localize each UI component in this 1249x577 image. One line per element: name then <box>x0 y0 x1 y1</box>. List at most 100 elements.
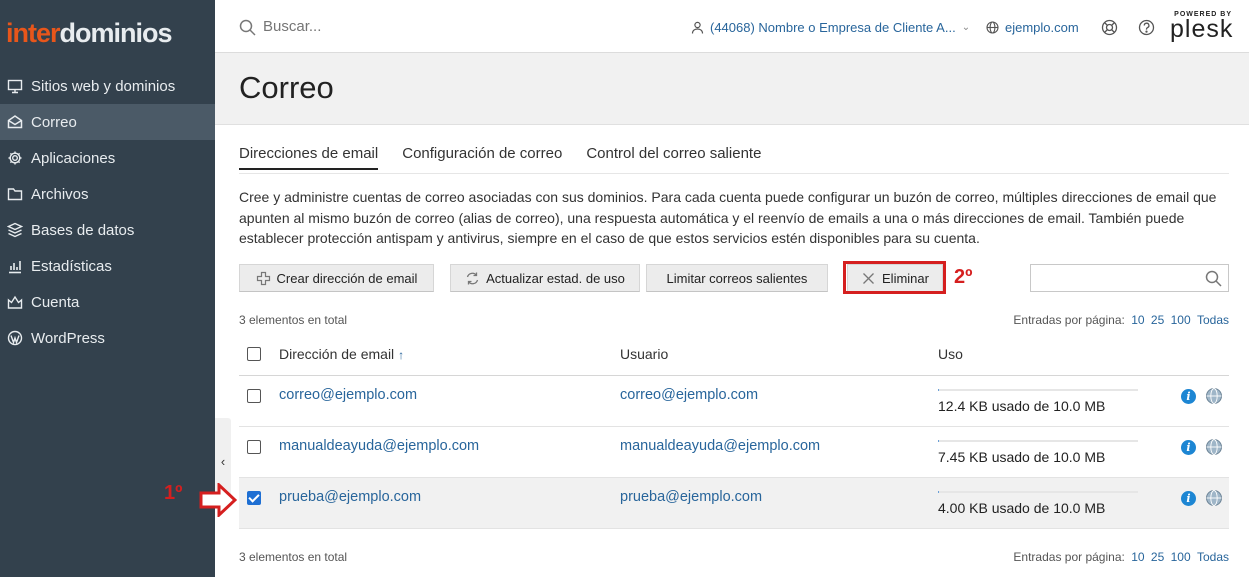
sidebar-item-correo[interactable]: Correo <box>0 104 215 140</box>
sidebar-item-estadisticas[interactable]: Estadísticas <box>0 248 215 284</box>
plus-icon <box>256 271 270 285</box>
account-icon <box>6 293 24 311</box>
per-page-all[interactable]: Todas <box>1197 313 1229 327</box>
domain-label: ejemplo.com <box>1005 20 1079 35</box>
domain-link[interactable]: ejemplo.com <box>986 20 1079 35</box>
database-icon <box>6 221 24 239</box>
column-usage[interactable]: Uso <box>938 346 963 362</box>
sidebar-item-label: WordPress <box>31 329 105 347</box>
delete-highlight-box <box>843 261 946 294</box>
total-count-bottom: 3 elementos en total <box>239 550 348 564</box>
sidebar-item-label: Sitios web y dominios <box>31 77 176 95</box>
column-user[interactable]: Usuario <box>620 346 668 362</box>
envelope-icon <box>6 113 24 131</box>
sidebar-item-cuenta[interactable]: Cuenta <box>0 284 215 320</box>
page-header: Correo <box>215 53 1249 125</box>
email-table: Dirección de email ↑ Usuario Uso correo@… <box>239 336 1229 529</box>
sidebar-item-label: Aplicaciones <box>31 149 116 167</box>
sidebar-item-sitios[interactable]: Sitios web y dominios <box>0 68 215 104</box>
global-search-input[interactable]: Buscar... <box>263 18 321 35</box>
usage-fill <box>938 440 939 442</box>
refresh-icon <box>466 272 479 284</box>
email-address-link[interactable]: correo@ejemplo.com <box>279 387 417 403</box>
column-email[interactable]: Dirección de email ↑ <box>279 346 404 362</box>
per-page-all[interactable]: Todas <box>1197 550 1229 564</box>
row-checkbox[interactable] <box>247 491 261 505</box>
create-email-button[interactable]: Crear dirección de email <box>239 264 434 292</box>
bar-chart-icon <box>6 257 24 275</box>
per-page-100[interactable]: 100 <box>1171 550 1191 564</box>
sidebar-nav: Sitios web y dominios Correo Aplicacione… <box>0 68 215 356</box>
per-page-10[interactable]: 10 <box>1131 550 1144 564</box>
step-2-label: 2º <box>954 266 973 288</box>
sort-arrow-icon: ↑ <box>398 348 405 362</box>
plesk-logo: POWERED BY plesk <box>1170 11 1234 43</box>
email-address-link[interactable]: manualdeayuda@ejemplo.com <box>279 438 479 454</box>
sidebar-item-aplicaciones[interactable]: Aplicaciones <box>0 140 215 176</box>
help-icon[interactable] <box>1138 19 1155 36</box>
table-row: correo@ejemplo.com correo@ejemplo.com 12… <box>239 376 1229 427</box>
update-stats-button[interactable]: Actualizar estad. de uso <box>450 264 640 292</box>
select-all-checkbox[interactable] <box>247 347 261 361</box>
info-icon[interactable]: i <box>1181 440 1196 455</box>
info-icon[interactable]: i <box>1181 491 1196 506</box>
lifebuoy-icon[interactable] <box>1101 19 1118 36</box>
tabs-divider <box>239 173 1229 174</box>
per-page-control-bottom: Entradas por página: 10 25 100 Todas <box>1013 550 1229 564</box>
usage-fill <box>938 491 939 493</box>
arrow-right-icon <box>199 483 237 517</box>
user-link[interactable]: correo@ejemplo.com <box>620 387 758 403</box>
wordpress-icon <box>6 329 24 347</box>
tab-control-correo-saliente[interactable]: Control del correo saliente <box>586 145 761 170</box>
brand-logo[interactable]: interdominios <box>6 18 173 48</box>
table-header: Dirección de email ↑ Usuario Uso <box>239 336 1229 376</box>
usage-text: 7.45 KB usado de 10.0 MB <box>938 449 1106 465</box>
per-page-25[interactable]: 25 <box>1151 550 1164 564</box>
usage-bar <box>938 491 1138 493</box>
limit-outgoing-button[interactable]: Limitar correos salientes <box>646 264 828 292</box>
usage-fill <box>938 389 939 391</box>
sidebar-item-archivos[interactable]: Archivos <box>0 176 215 212</box>
step-1-label: 1º <box>164 482 183 504</box>
list-search-box[interactable] <box>1030 264 1229 292</box>
per-page-10[interactable]: 10 <box>1131 313 1144 327</box>
client-selector[interactable]: (44068) Nombre o Empresa de Cliente A...… <box>691 20 970 35</box>
page-description: Cree y administre cuentas de correo asoc… <box>239 189 1217 246</box>
info-icon[interactable]: i <box>1181 389 1196 404</box>
table-row: manualdeayuda@ejemplo.com manualdeayuda@… <box>239 427 1229 478</box>
client-name: (44068) Nombre o Empresa de Cliente A... <box>710 20 956 35</box>
user-icon <box>691 21 704 34</box>
webmail-globe-icon[interactable] <box>1205 438 1223 456</box>
sidebar-item-wordpress[interactable]: WordPress <box>0 320 215 356</box>
sidebar-item-bases-de-datos[interactable]: Bases de datos <box>0 212 215 248</box>
usage-bar <box>938 440 1138 442</box>
user-link[interactable]: prueba@ejemplo.com <box>620 489 762 505</box>
per-page-control: Entradas por página: 10 25 100 Todas <box>1013 313 1229 327</box>
tab-direcciones-email[interactable]: Direcciones de email <box>239 145 379 170</box>
tab-bar: Direcciones de email Configuración de co… <box>239 145 785 170</box>
sidebar-item-label: Correo <box>31 113 77 131</box>
monitor-icon <box>6 77 24 95</box>
topbar: Buscar... (44068) Nombre o Empresa de Cl… <box>215 0 1249 53</box>
row-checkbox[interactable] <box>247 389 261 403</box>
per-page-100[interactable]: 100 <box>1171 313 1191 327</box>
sidebar: interdominios Sitios web y dominios Corr… <box>0 0 215 577</box>
usage-text: 4.00 KB usado de 10.0 MB <box>938 500 1106 516</box>
tab-configuracion-correo[interactable]: Configuración de correo <box>402 145 562 170</box>
row-checkbox[interactable] <box>247 440 261 454</box>
sidebar-item-label: Estadísticas <box>31 257 112 275</box>
search-icon <box>239 19 256 36</box>
user-link[interactable]: manualdeayuda@ejemplo.com <box>620 438 820 454</box>
folder-icon <box>6 185 24 203</box>
webmail-globe-icon[interactable] <box>1205 387 1223 405</box>
table-row: prueba@ejemplo.com prueba@ejemplo.com 4.… <box>239 478 1229 529</box>
globe-icon <box>986 21 999 34</box>
list-search-input[interactable] <box>1031 265 1201 291</box>
total-count: 3 elementos en total <box>239 313 348 327</box>
sidebar-item-label: Archivos <box>31 185 89 203</box>
page-title: Correo <box>239 70 334 105</box>
webmail-globe-icon[interactable] <box>1205 489 1223 507</box>
search-icon[interactable] <box>1205 270 1222 287</box>
email-address-link[interactable]: prueba@ejemplo.com <box>279 489 421 505</box>
per-page-25[interactable]: 25 <box>1151 313 1164 327</box>
